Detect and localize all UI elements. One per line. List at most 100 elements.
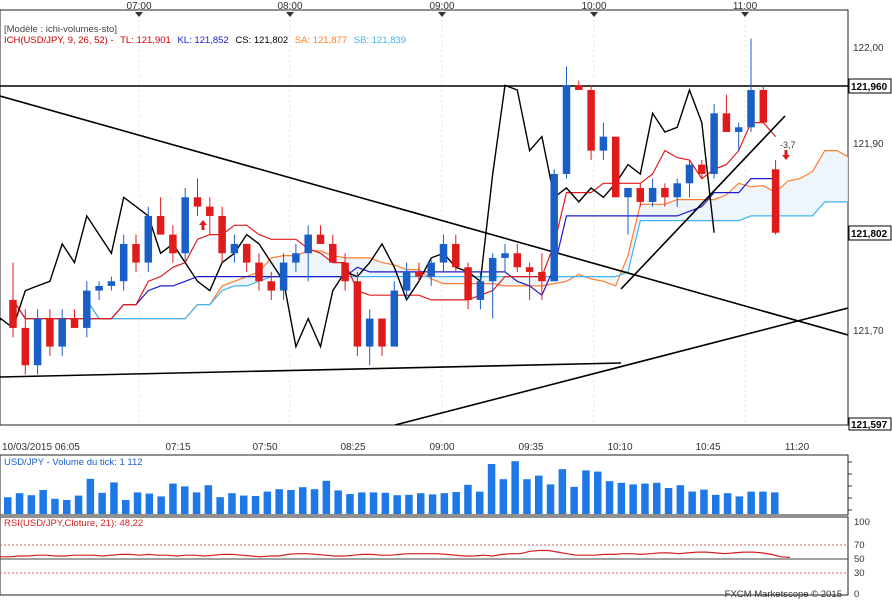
volume-bar [216,497,224,514]
volume-bar [523,479,531,514]
top-time-label: 08:00 [277,1,302,12]
volume-bar [664,488,673,514]
volume-bar [157,496,165,514]
volume-bar [381,492,390,514]
volume-bar [676,485,685,514]
volume-bar [487,464,496,514]
candle-body [107,281,116,286]
volume-bar [122,500,130,514]
candle-body [390,290,399,347]
volume-bar [181,486,189,514]
volume-bar [712,494,720,514]
candle-body [673,183,681,198]
volume-bar [570,486,578,514]
candle-body [698,164,706,174]
volume-bar [63,500,71,514]
candle-body [169,234,177,254]
candle-body [144,215,153,263]
volume-bar [452,492,460,514]
top-time-label: 07:00 [126,1,151,12]
candle-body [402,271,411,291]
bottom-time-label: 07:50 [252,442,277,453]
volume-bar [192,492,201,514]
volume-bar [74,495,83,514]
sa-label: SA: 121,877 [295,35,347,46]
candle-body [267,281,276,291]
candle-body [661,187,669,198]
volume-bar [310,489,319,514]
candle-body [9,299,17,328]
volume-bar [98,492,106,514]
volume-bar [641,483,649,514]
rsi-label: RSI(USD/JPY,Cloture, 21): 48,22 [4,518,143,529]
candle-body [415,271,423,277]
volume-bar [287,490,295,514]
volume-bar [771,492,779,514]
candle-body [685,164,694,184]
footer-credit: FXCM Marketscope © 2015 [725,589,842,600]
candle-body [476,281,485,300]
rsi-tick: 100 [854,517,870,528]
candle-body [452,243,460,268]
candle-body [550,173,558,282]
rsi-tick: 50 [854,554,865,565]
cs-label: CS: 121,802 [235,35,288,46]
volume-bar [440,493,449,514]
candle-body [193,197,202,207]
volume-bar [617,482,626,514]
volume-bar [346,494,354,514]
ich-label: ICH(USD/JPY, 9, 26, 52) - [4,35,114,46]
candle-body [218,215,226,254]
top-time-label: 10:00 [581,1,606,12]
volume-bar [275,489,283,514]
candle-body [771,169,780,233]
volume-bar [322,480,331,514]
price-axis: 122,00 121,90 121,70 121,960 121,802 121… [848,43,892,431]
candle-body [304,234,312,254]
price-tick: 121,90 [853,139,884,150]
price-tick: 121,70 [853,326,884,337]
volume-bar [428,494,437,514]
candle-body [58,318,66,347]
candle-body [759,89,768,123]
candle-body [575,85,583,90]
tl-label: TL: 121,901 [120,35,171,46]
volume-bar [476,491,484,514]
candle-body [181,197,189,254]
bottom-time-label: 10:45 [695,442,720,453]
candle-body [513,253,522,268]
candle-body [599,136,608,151]
candle-body [341,262,349,282]
volume-bar [251,496,260,514]
volume-bar [511,461,519,514]
candle-body [46,318,54,347]
candle-body [33,318,42,366]
volume-bar [27,495,36,514]
volume-bar [417,493,425,514]
volume-bar [629,484,637,514]
candle-body [353,281,362,347]
volume-bar [228,493,236,514]
candle-body [255,262,263,282]
template-label: [Modèle : ichi-volumes-sto] [4,24,117,35]
volume-bar [169,483,177,514]
candle-body [206,206,214,216]
volume-bar [204,485,213,514]
volume-bar [133,492,142,514]
candle-body [648,187,657,202]
volume-bar [86,478,95,514]
volume-bar [51,498,59,514]
candle-body [292,253,300,263]
bottom-time-label: 10:10 [607,442,632,453]
volume-bar [605,481,614,514]
price-flag-label: 121,802 [851,229,888,240]
volume-bar [464,484,472,514]
candle-body [734,127,743,132]
candle-body [279,262,288,291]
bottom-time-label: 10/03/2015 06:05 [2,442,80,453]
bottom-time-label: 07:15 [165,442,190,453]
candle-body [119,243,128,282]
volume-bar [688,491,696,514]
kl-label: KL: 121,852 [177,35,228,46]
candle-body [316,234,325,244]
